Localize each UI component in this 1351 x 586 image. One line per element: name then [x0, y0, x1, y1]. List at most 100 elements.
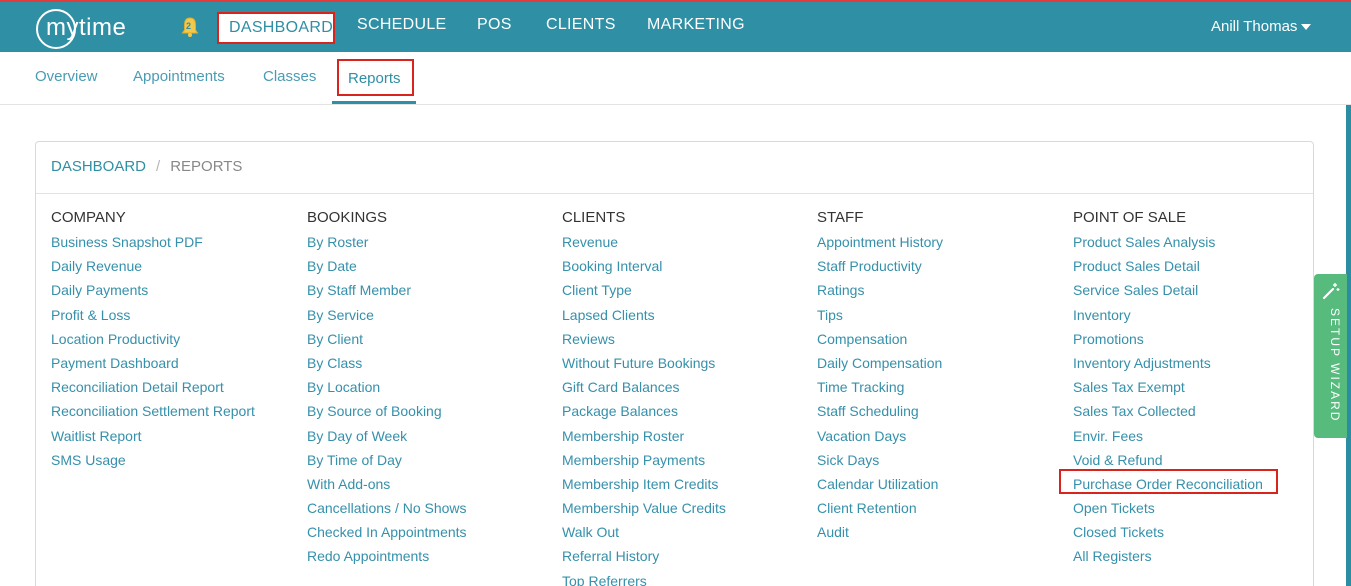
- report-link[interactable]: Ratings: [817, 278, 943, 302]
- report-link[interactable]: Daily Payments: [51, 278, 255, 302]
- report-link[interactable]: Top Referrers: [562, 569, 726, 586]
- report-link[interactable]: Waitlist Report: [51, 424, 255, 448]
- report-link[interactable]: Membership Value Credits: [562, 496, 726, 520]
- column-company: COMPANY Business Snapshot PDF Daily Reven…: [51, 208, 255, 472]
- report-link[interactable]: Envir. Fees: [1073, 424, 1263, 448]
- report-link[interactable]: Service Sales Detail: [1073, 278, 1263, 302]
- column-title: CLIENTS: [562, 209, 626, 226]
- report-link[interactable]: Sick Days: [817, 448, 943, 472]
- report-link[interactable]: Calendar Utilization: [817, 472, 943, 496]
- report-link[interactable]: Cancellations / No Shows: [307, 496, 467, 520]
- report-link[interactable]: By Location: [307, 375, 467, 399]
- tab-classes[interactable]: Classes: [263, 68, 316, 85]
- report-link[interactable]: By Date: [307, 254, 467, 278]
- report-link[interactable]: By Day of Week: [307, 424, 467, 448]
- user-menu[interactable]: Anill Thomas: [1211, 18, 1312, 35]
- report-link[interactable]: Revenue: [562, 230, 726, 254]
- report-link[interactable]: Profit & Loss: [51, 303, 255, 327]
- report-link[interactable]: Checked In Appointments: [307, 520, 467, 544]
- tab-reports[interactable]: Reports: [337, 59, 414, 96]
- report-link[interactable]: Walk Out: [562, 520, 726, 544]
- column-clients: CLIENTS Revenue Booking Interval Client Ty…: [562, 208, 726, 586]
- report-link[interactable]: Membership Payments: [562, 448, 726, 472]
- nav-clients[interactable]: CLIENTS: [546, 16, 616, 34]
- report-link[interactable]: Product Sales Analysis: [1073, 230, 1263, 254]
- report-link[interactable]: Business Snapshot PDF: [51, 230, 255, 254]
- report-link[interactable]: Booking Interval: [562, 254, 726, 278]
- report-link[interactable]: Client Type: [562, 278, 726, 302]
- report-link[interactable]: Open Tickets: [1073, 496, 1263, 520]
- report-link[interactable]: Inventory: [1073, 303, 1263, 327]
- report-link[interactable]: Vacation Days: [817, 424, 943, 448]
- report-link[interactable]: Client Retention: [817, 496, 943, 520]
- report-link[interactable]: Lapsed Clients: [562, 303, 726, 327]
- nav-dashboard-label: DASHBOARD: [229, 19, 334, 36]
- tab-appointments[interactable]: Appointments: [133, 68, 225, 85]
- tab-reports-label: Reports: [348, 70, 401, 87]
- report-link[interactable]: Appointment History: [817, 230, 943, 254]
- report-link[interactable]: Staff Productivity: [817, 254, 943, 278]
- report-link[interactable]: Without Future Bookings: [562, 351, 726, 375]
- report-link[interactable]: By Staff Member: [307, 278, 467, 302]
- report-list: Product Sales Analysis Product Sales Deta…: [1073, 230, 1263, 569]
- report-link[interactable]: Referral History: [562, 544, 726, 568]
- setup-wizard-label: SETUP WIZARD: [1328, 308, 1342, 423]
- report-link[interactable]: Audit: [817, 520, 943, 544]
- report-link[interactable]: Product Sales Detail: [1073, 254, 1263, 278]
- report-link[interactable]: Closed Tickets: [1073, 520, 1263, 544]
- report-link[interactable]: With Add-ons: [307, 472, 467, 496]
- report-link[interactable]: Reconciliation Detail Report: [51, 375, 255, 399]
- card-divider: [36, 193, 1313, 194]
- column-staff: STAFF Appointment History Staff Productiv…: [817, 208, 943, 544]
- column-title: COMPANY: [51, 209, 126, 226]
- top-navbar: mytime 2 DASHBOARD SCHEDULE POS CLIENTS …: [0, 0, 1351, 52]
- report-link[interactable]: Membership Roster: [562, 424, 726, 448]
- column-title: BOOKINGS: [307, 209, 388, 226]
- report-link[interactable]: Inventory Adjustments: [1073, 351, 1263, 375]
- report-link[interactable]: Sales Tax Exempt: [1073, 375, 1263, 399]
- report-link[interactable]: By Service: [307, 303, 467, 327]
- breadcrumb-dashboard[interactable]: DASHBOARD: [51, 158, 146, 175]
- report-list: Revenue Booking Interval Client Type Lapsed…: [562, 230, 726, 586]
- report-link[interactable]: By Roster: [307, 230, 467, 254]
- report-link[interactable]: By Time of Day: [307, 448, 467, 472]
- report-link[interactable]: SMS Usage: [51, 448, 255, 472]
- setup-wizard-tab[interactable]: SETUP WIZARD: [1314, 274, 1347, 438]
- report-link[interactable]: By Source of Booking: [307, 399, 467, 423]
- report-link[interactable]: Sales Tax Collected: [1073, 399, 1263, 423]
- report-link[interactable]: Reviews: [562, 327, 726, 351]
- report-link[interactable]: By Client: [307, 327, 467, 351]
- logo-text: mytime: [46, 14, 127, 41]
- nav-dashboard[interactable]: DASHBOARD: [217, 12, 335, 44]
- report-link[interactable]: Staff Scheduling: [817, 399, 943, 423]
- report-link[interactable]: Membership Item Credits: [562, 472, 726, 496]
- report-link[interactable]: Location Productivity: [51, 327, 255, 351]
- report-link[interactable]: Promotions: [1073, 327, 1263, 351]
- report-link[interactable]: By Class: [307, 351, 467, 375]
- column-title: POINT OF SALE: [1073, 209, 1187, 226]
- report-link[interactable]: Payment Dashboard: [51, 351, 255, 375]
- report-link[interactable]: Reconciliation Settlement Report: [51, 399, 255, 423]
- column-point-of-sale: POINT OF SALE Product Sales Analysis Prod…: [1073, 208, 1263, 569]
- nav-schedule[interactable]: SCHEDULE: [357, 16, 447, 34]
- report-list: Business Snapshot PDF Daily Revenue Daily …: [51, 230, 255, 472]
- report-list: By Roster By Date By Staff Member By Servic…: [307, 230, 467, 569]
- report-link[interactable]: Tips: [817, 303, 943, 327]
- active-tab-indicator: [332, 101, 416, 104]
- report-link[interactable]: All Registers: [1073, 544, 1263, 568]
- nav-marketing[interactable]: MARKETING: [647, 16, 745, 34]
- column-bookings: BOOKINGS By Roster By Date By Staff Member…: [307, 208, 467, 569]
- report-link[interactable]: Package Balances: [562, 399, 726, 423]
- nav-pos[interactable]: POS: [477, 16, 512, 34]
- report-link[interactable]: Time Tracking: [817, 375, 943, 399]
- user-name: Anill Thomas: [1211, 18, 1298, 35]
- magic-wand-icon: [1322, 283, 1340, 300]
- tab-overview[interactable]: Overview: [35, 68, 98, 85]
- breadcrumb-reports: REPORTS: [170, 158, 243, 175]
- report-link[interactable]: Gift Card Balances: [562, 375, 726, 399]
- report-link[interactable]: Daily Compensation: [817, 351, 943, 375]
- report-link[interactable]: Redo Appointments: [307, 544, 467, 568]
- report-link[interactable]: Compensation: [817, 327, 943, 351]
- report-link[interactable]: Daily Revenue: [51, 254, 255, 278]
- breadcrumb: DASHBOARD / REPORTS: [51, 158, 242, 175]
